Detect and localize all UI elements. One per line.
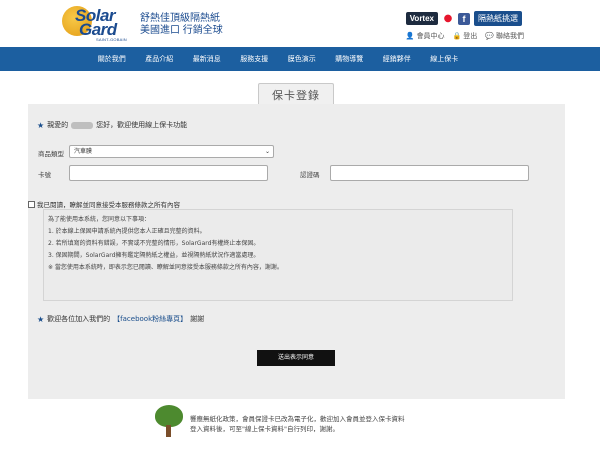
terms-item-2: 2. 若所填寫的資料有錯誤，不實或不完整的情形，SolarGard有權終止本保固…: [48, 240, 260, 247]
site-header: Solar Gard SAINT-GOBAIN 舒熱佳頂級隔熱紙 美國進口 行銷…: [0, 0, 600, 47]
member-center-link[interactable]: 👤 會員中心: [406, 31, 445, 41]
welcome-message: ★ 親愛的 您好，歡迎使用線上保卡功能: [37, 120, 187, 130]
warranty-form-panel: ★ 親愛的 您好，歡迎使用線上保卡功能 商品類型 汽車膜 ⌄ 卡號 認證碼 我已…: [28, 104, 565, 399]
footer-text: 響應無紙化政策，會員保證卡已改為電子化，歡迎加入會員並登入保卡資料 登入資料後，…: [190, 414, 405, 434]
facebook-page-link[interactable]: 【facebook粉絲專頁】: [113, 314, 187, 324]
terms-item-3: 3. 保固期間，SolarGard擁有鑑定隔熱紙之權益，並視隔熱紙狀況作適當處理…: [48, 252, 260, 259]
page-title-tab: 保卡登錄: [258, 83, 334, 104]
submit-agree-button[interactable]: 送出表示同意: [257, 350, 335, 366]
agree-checkbox[interactable]: [28, 200, 35, 208]
terms-item-1: 1. 於本線上保固申請系統內提供您本人正確且完整的資料。: [48, 228, 206, 235]
card-number-input[interactable]: [69, 165, 268, 181]
footer-notice: 響應無紙化政策，會員保證卡已改為電子化，歡迎加入會員並登入保卡資料 登入資料後，…: [154, 405, 454, 445]
terms-intro: 為了能使用本系統，您同意以下事項：: [48, 216, 151, 223]
user-name-blurred: [71, 121, 94, 129]
nav-dealers[interactable]: 經銷夥伴: [373, 54, 421, 64]
star-icon: ★: [37, 120, 45, 130]
member-center-label: 會員中心: [416, 32, 445, 40]
page-title: 保卡登錄: [272, 89, 320, 102]
terms-box: 為了能使用本系統，您同意以下事項： 1. 於本線上保固申請系統內提供您本人正確且…: [43, 209, 513, 301]
fb-prefix: 歡迎各位加入我們的: [47, 315, 111, 323]
solargard-logo[interactable]: Solar Gard SAINT-GOBAIN: [62, 6, 136, 42]
product-type-select[interactable]: 汽車膜 ⌄: [69, 145, 274, 158]
nav-about[interactable]: 關於我們: [88, 54, 136, 64]
nav-news[interactable]: 最新消息: [183, 54, 231, 64]
tree-icon: [154, 405, 184, 437]
film-finder-button[interactable]: 隔熱紙挑選: [474, 11, 522, 26]
welcome-prefix: 親愛的: [47, 121, 69, 129]
card-number-label: 卡號: [38, 171, 51, 179]
vortex-link[interactable]: Vortex: [405, 12, 438, 25]
logo-subtext: SAINT-GOBAIN: [96, 37, 127, 42]
fb-suffix: 謝謝: [190, 315, 205, 323]
nav-products[interactable]: 產品介紹: [136, 54, 184, 64]
main-nav: 關於我們 產品介紹 最新消息 服務支援 膜色演示 購物導覽 經銷夥伴 線上保卡: [0, 47, 600, 71]
facebook-invite: ★ 歡迎各位加入我們的 【facebook粉絲專頁】 謝謝: [37, 314, 204, 324]
star-icon: ★: [37, 314, 45, 324]
tagline-line1: 舒熱佳頂級隔熱紙: [140, 13, 220, 24]
verify-code-label: 認證碼: [300, 171, 320, 179]
product-type-value: 汽車膜: [74, 148, 93, 155]
agree-label: 我已閱讀，瞭解並同意接受本服務條款之所有內容: [37, 201, 180, 209]
contact-label: 聯絡我們: [496, 32, 524, 40]
tree-trunk: [166, 425, 171, 437]
chat-icon: 💬: [485, 32, 494, 40]
welcome-suffix: 您好，歡迎使用線上保卡功能: [96, 121, 188, 129]
nav-online-warranty[interactable]: 線上保卡: [421, 54, 469, 64]
footer-line-2: 登入資料後，可至"線上保卡資料"自行列印，謝謝。: [190, 425, 339, 433]
contact-link[interactable]: 💬 聯絡我們: [485, 31, 524, 41]
weibo-icon[interactable]: ●: [442, 13, 454, 25]
lock-icon: 🔒: [452, 32, 462, 40]
footer-line-1: 響應無紙化政策，會員保證卡已改為電子化，歡迎加入會員並登入保卡資料: [190, 415, 405, 423]
logout-link[interactable]: 🔒 登出: [453, 31, 478, 41]
chevron-down-icon: ⌄: [264, 148, 270, 155]
nav-support[interactable]: 服務支援: [231, 54, 279, 64]
social-links: Vortex ● f 隔熱紙挑選: [405, 11, 522, 26]
user-icon: 👤: [405, 32, 415, 40]
facebook-icon[interactable]: f: [458, 12, 470, 25]
nav-film-demo[interactable]: 膜色演示: [278, 54, 326, 64]
product-type-label: 商品類型: [38, 150, 64, 158]
nav-shopping-guide[interactable]: 購物導覽: [326, 54, 374, 64]
terms-note: ※ 當您使用本系統時，即表示您已閱讀、瞭解並同意接受本服務條款之所有內容，謝謝。: [48, 264, 283, 271]
logout-label: 登出: [463, 32, 478, 40]
user-links: 👤 會員中心 🔒 登出 💬 聯絡我們: [406, 31, 524, 41]
tree-crown: [155, 405, 183, 427]
tagline: 舒熱佳頂級隔熱紙 美國進口 行銷全球: [140, 13, 223, 37]
verify-code-input[interactable]: [330, 165, 529, 181]
agree-row: 我已閱讀，瞭解並同意接受本服務條款之所有內容: [28, 199, 180, 209]
tagline-line2: 美國進口 行銷全球: [140, 25, 223, 36]
